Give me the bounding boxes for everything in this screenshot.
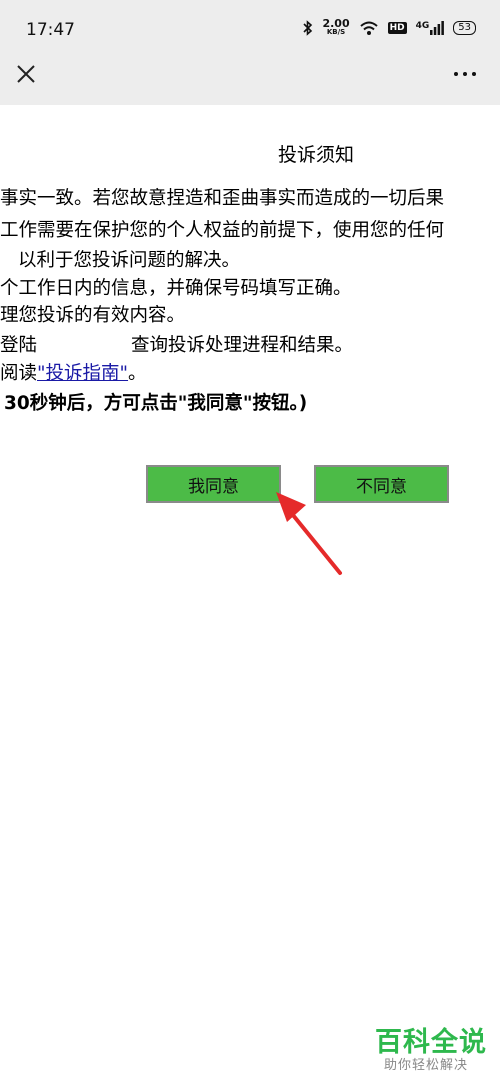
status-time: 17:47 — [26, 20, 75, 40]
notice-line-2: 工作需要在保护您的个人权益的前提下，使用您的任何 — [0, 220, 445, 241]
red-arrow-icon — [276, 492, 342, 575]
watermark-slogan: 助你轻松解决 — [384, 1058, 469, 1073]
bluetooth-icon — [303, 20, 313, 36]
status-icons: 2.00 KB/S HD 4G 53 — [303, 17, 476, 37]
notice-line-7: 阅读"投诉指南"。 — [0, 363, 147, 384]
notice-line-5: 理您投诉的有效内容。 — [0, 305, 186, 326]
notice-line-3: 以利于您投诉问题的解决。 — [18, 250, 241, 271]
notice-line-6a: 登陆 — [0, 335, 38, 356]
status-bar: 17:47 2.00 KB/S HD 4G 53 — [0, 0, 500, 60]
more-icon[interactable] — [454, 72, 476, 76]
notice-title: 投诉须知 — [278, 144, 355, 166]
notice-line-6b: 查询投诉处理进程和结果。 — [131, 335, 354, 356]
hd-badge: HD — [387, 22, 407, 34]
close-icon[interactable] — [14, 62, 38, 86]
network-type: 4G — [415, 21, 430, 31]
complaint-guide-link[interactable]: "投诉指南" — [37, 363, 128, 384]
wifi-icon — [359, 21, 378, 35]
cellular-signal: 4G — [416, 21, 445, 35]
notice-line-1: 事实一致。若您故意捏造和歪曲事实而造成的一切后果 — [0, 188, 445, 209]
network-speed: 2.00 KB/S — [322, 17, 350, 36]
title-bar — [0, 60, 500, 105]
notice-line-8: 30秒钟后，方可点击"我同意"按钮。) — [4, 393, 308, 414]
signal-icon — [430, 21, 445, 35]
battery-indicator: 53 — [453, 21, 476, 35]
notice-line-4: 个工作日内的信息，并确保号码填写正确。 — [0, 278, 352, 299]
